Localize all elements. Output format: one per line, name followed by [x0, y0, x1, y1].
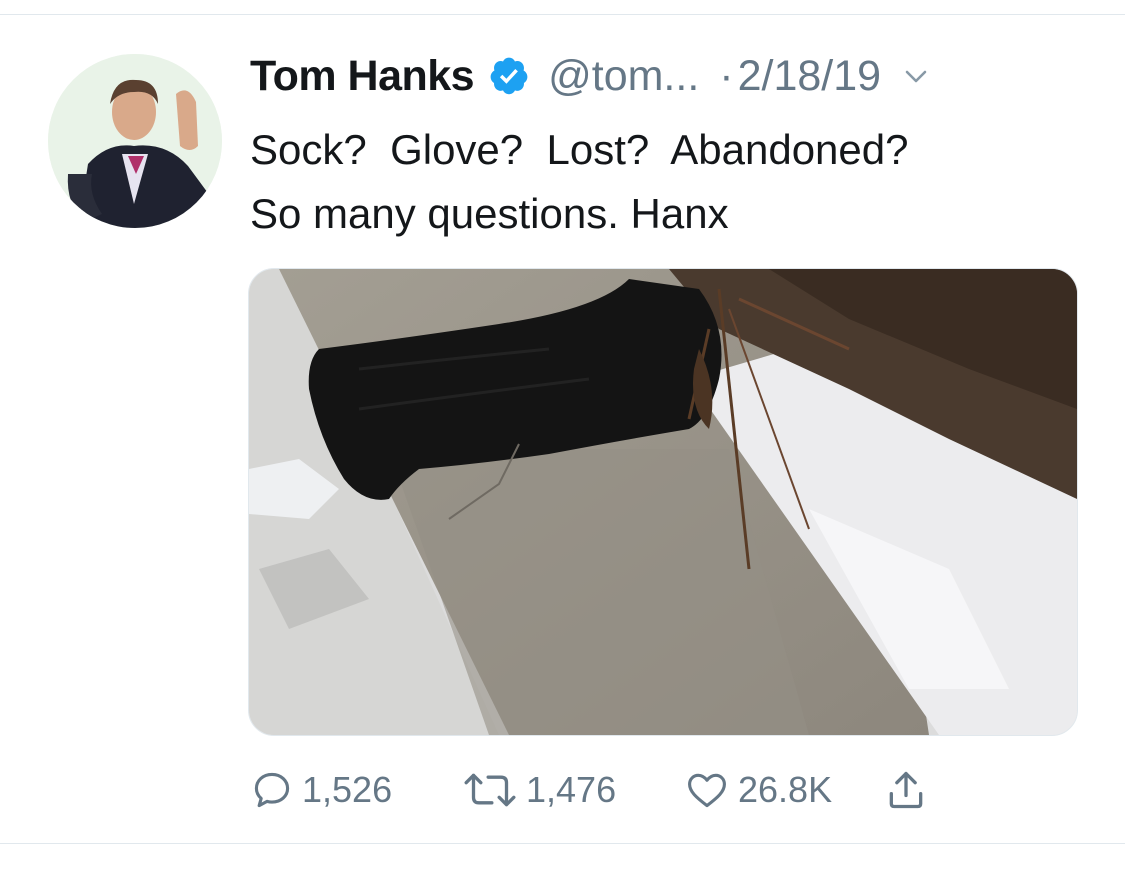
separator-dot: ·: [719, 51, 734, 100]
avatar-image: [48, 54, 222, 228]
top-divider: [0, 14, 1125, 15]
reply-count: 1,526: [302, 769, 393, 810]
retweet-icon: [464, 773, 516, 807]
tweet-text-line: So many questions. Hanx: [250, 190, 729, 237]
tweet-actions: 1,526 1,476 26.8K: [250, 760, 928, 820]
chevron-down-icon[interactable]: [903, 63, 929, 89]
tweet-text-line: Sock? Glove? Lost? Abandoned?: [250, 126, 909, 173]
photo-black-sock-on-curb: [249, 269, 1077, 735]
like-button[interactable]: 26.8K: [684, 768, 884, 812]
bottom-divider: [0, 843, 1125, 844]
tweet-date[interactable]: 2/18/19: [738, 52, 881, 101]
like-count: 26.8K: [738, 769, 833, 810]
reply-icon: [254, 772, 290, 808]
author-handle[interactable]: @tom...: [548, 52, 699, 101]
heart-icon: [688, 773, 726, 808]
avatar[interactable]: [48, 54, 222, 228]
reply-button[interactable]: 1,526: [250, 768, 462, 812]
retweet-count: 1,476: [526, 769, 617, 810]
verified-badge-icon: [488, 55, 530, 97]
tweet-text: Sock? Glove? Lost? Abandoned? So many qu…: [250, 118, 1090, 246]
share-icon: [889, 771, 923, 809]
tweet-photo[interactable]: [248, 268, 1078, 736]
author-name[interactable]: Tom Hanks: [250, 52, 475, 101]
retweet-button[interactable]: 1,476: [462, 768, 684, 812]
tweet-header: Tom Hanks @tom... · 2/18/19: [250, 50, 929, 102]
share-button[interactable]: [884, 768, 928, 812]
